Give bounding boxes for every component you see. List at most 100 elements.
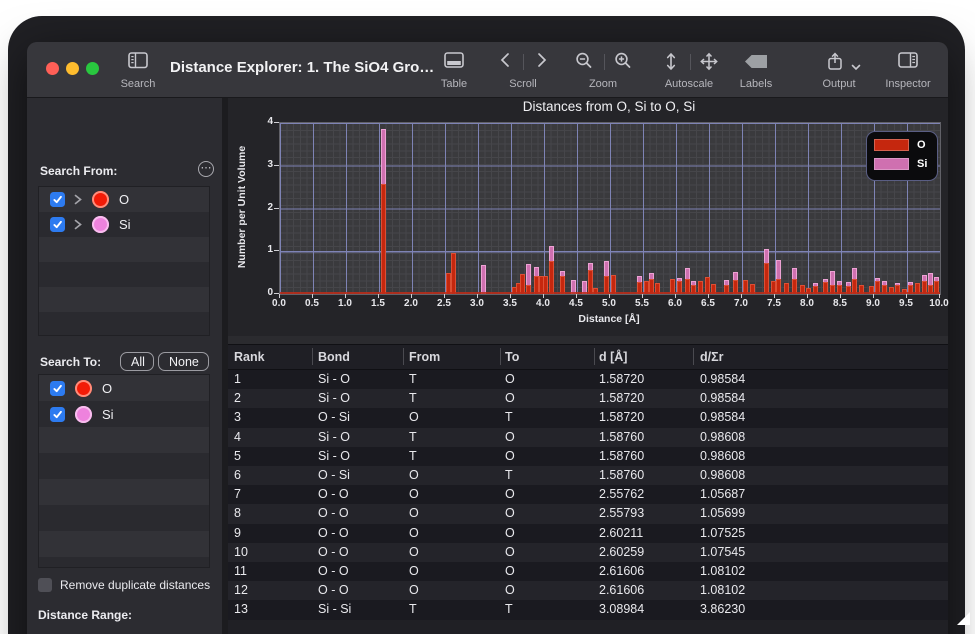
zoom-in-icon[interactable] (615, 52, 632, 74)
resize-grip[interactable] (957, 612, 970, 625)
table-row[interactable]: 11O - OOO2.616061.08102 (228, 562, 948, 581)
scroll-left-icon[interactable] (499, 52, 511, 73)
table-row[interactable]: 8O - OOO2.557931.05699 (228, 504, 948, 523)
column-header[interactable]: Bond (318, 350, 350, 364)
all-button[interactable]: All (120, 352, 154, 371)
list-item[interactable] (39, 531, 210, 557)
table-row[interactable]: 12O - OOO2.616061.08102 (228, 581, 948, 600)
scroll-toolbar-label: Scroll (509, 78, 537, 90)
legend-swatch (874, 158, 909, 170)
zoom-out-icon[interactable] (576, 52, 593, 74)
list-item[interactable] (39, 505, 210, 531)
x-tick-label: 2.0 (404, 298, 418, 309)
zoom-window-button[interactable] (86, 62, 99, 75)
remove-duplicates-checkbox[interactable] (38, 578, 52, 592)
x-tick-mark (345, 294, 346, 298)
table-row[interactable]: 1Si - OTO1.587200.98584 (228, 370, 948, 389)
checkbox[interactable] (50, 381, 65, 396)
x-tick-label: 5.5 (635, 298, 649, 309)
labels-tag-icon[interactable] (745, 55, 767, 68)
chevron-right-icon[interactable] (74, 194, 82, 205)
table-cell: Si - O (318, 389, 350, 408)
table-icon[interactable] (444, 52, 464, 73)
table-row[interactable]: 13Si - SiTT3.089843.86230 (228, 600, 948, 619)
histogram-bar-o (543, 276, 548, 294)
list-item[interactable]: Si (39, 212, 210, 237)
list-item[interactable] (39, 237, 210, 262)
table-cell: 2 (234, 389, 241, 408)
list-item[interactable]: O (39, 187, 210, 212)
column-header[interactable]: Rank (234, 350, 265, 364)
table-cell: 1.07525 (700, 524, 745, 543)
table-cell: O - Si (318, 408, 350, 427)
table-row[interactable]: 10O - OOO2.602591.07545 (228, 543, 948, 562)
table-row[interactable]: 6O - SiOT1.587600.98608 (228, 466, 948, 485)
more-options-icon[interactable]: ⋯ (198, 161, 214, 177)
list-item[interactable]: Si (39, 401, 210, 427)
checkbox[interactable] (50, 217, 65, 232)
histogram-bar-o (655, 283, 660, 294)
column-header[interactable]: To (505, 350, 519, 364)
table-cell: 12 (234, 581, 248, 600)
list-item[interactable] (39, 262, 210, 287)
table-top-band (228, 336, 948, 345)
table-body: 1Si - OTO1.587200.985842Si - OTO1.587200… (228, 370, 948, 620)
x-tick-mark (312, 294, 313, 298)
list-item[interactable]: O (39, 375, 210, 401)
list-item[interactable] (39, 312, 210, 336)
table-row[interactable]: 9O - OOO2.602111.07525 (228, 524, 948, 543)
x-tick-mark (807, 294, 808, 298)
atom-label: O (119, 192, 129, 207)
histogram-bar-o (813, 286, 818, 294)
list-item[interactable] (39, 287, 210, 312)
table-row[interactable]: 2Si - OTO1.587200.98584 (228, 389, 948, 408)
list-item[interactable] (39, 453, 210, 479)
table-row[interactable]: 7O - OOO2.557621.05687 (228, 485, 948, 504)
checkbox[interactable] (50, 407, 65, 422)
checkbox[interactable] (50, 192, 65, 207)
x-tick-mark (609, 294, 610, 298)
table-cell: T (409, 428, 417, 447)
inspector-icon[interactable] (898, 52, 918, 73)
table-cell: 3.86230 (700, 600, 745, 619)
list-item[interactable] (39, 557, 210, 568)
histogram-bar-o (670, 279, 675, 294)
chart-title: Distances from O, Si to O, Si (279, 99, 939, 114)
close-button[interactable] (46, 62, 59, 75)
output-share-icon[interactable] (828, 52, 843, 76)
table-cell: 1.08102 (700, 581, 745, 600)
table-row[interactable]: 3O - SiOT1.587200.98584 (228, 408, 948, 427)
histogram-bar-o (677, 281, 682, 294)
none-button[interactable]: None (158, 352, 209, 371)
table-cell: 5 (234, 447, 241, 466)
output-chevron-down-icon[interactable] (851, 58, 861, 76)
column-header[interactable]: From (409, 350, 440, 364)
legend-swatch (874, 139, 909, 151)
table-cell: 1.58760 (599, 466, 644, 485)
table-row[interactable]: 4Si - OTO1.587600.98608 (228, 428, 948, 447)
table-row[interactable]: 5Si - OTO1.587600.98608 (228, 447, 948, 466)
autoscale-vertical-icon[interactable] (666, 52, 677, 76)
autoscale-move-icon[interactable] (700, 52, 719, 76)
column-header[interactable]: d/Σr (700, 350, 723, 364)
chevron-right-icon[interactable] (74, 219, 82, 230)
table-cell: O (409, 581, 419, 600)
table-cell: 1.58760 (599, 447, 644, 466)
labels-toolbar-label: Labels (740, 78, 772, 90)
table-cell: O - O (318, 524, 349, 543)
table-cell: Si - O (318, 428, 350, 447)
column-header[interactable]: d [Å] (599, 350, 627, 364)
x-tick-label: 2.5 (437, 298, 451, 309)
search-to-list: OSi (38, 374, 210, 568)
table-cell: 4 (234, 428, 241, 447)
list-item[interactable] (39, 479, 210, 505)
scroll-right-icon[interactable] (536, 52, 548, 73)
minimize-button[interactable] (66, 62, 79, 75)
search-sidebar-icon[interactable] (128, 52, 148, 74)
table-cell: O (505, 370, 515, 389)
list-item[interactable] (39, 427, 210, 453)
histogram-plot[interactable] (279, 122, 941, 295)
table-cell: O (409, 504, 419, 523)
x-tick-mark (279, 294, 280, 298)
table-cell: 3.08984 (599, 600, 644, 619)
